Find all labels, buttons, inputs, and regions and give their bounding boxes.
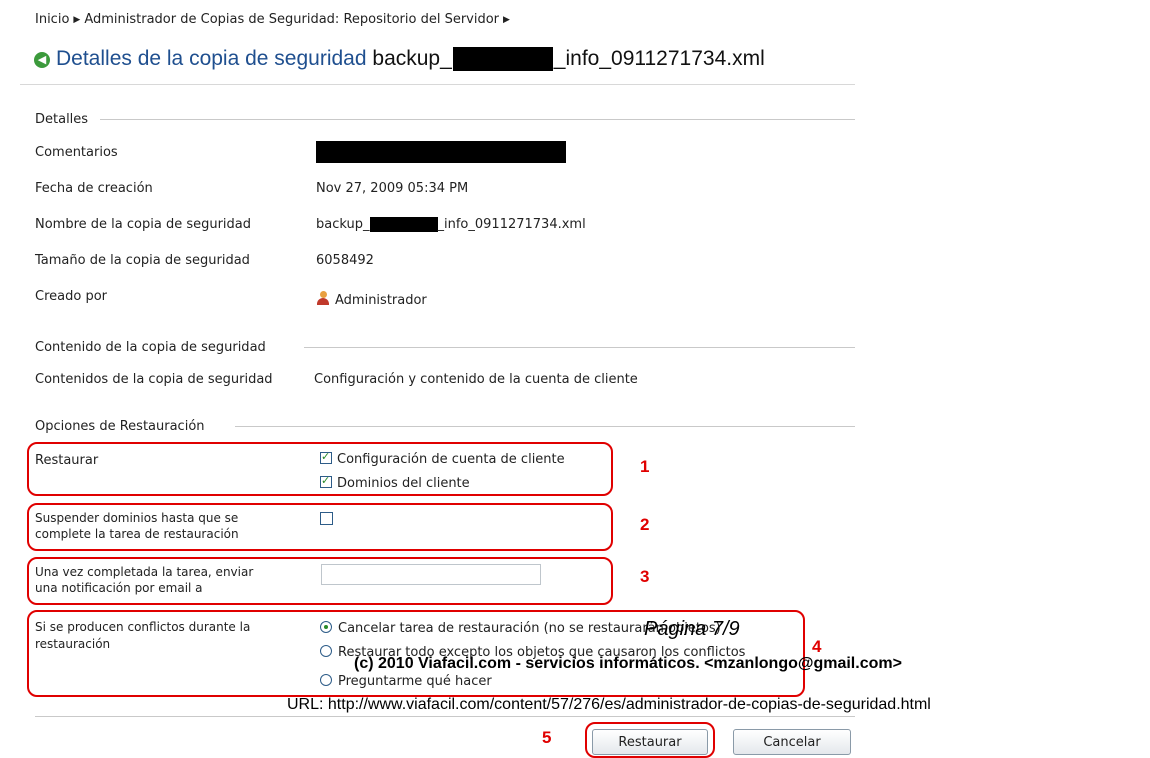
notify-label-line1: Una vez completada la tarea, enviar xyxy=(35,565,254,579)
checkbox-label: Dominios del cliente xyxy=(337,476,470,491)
created-by-value: Administrador xyxy=(316,291,427,308)
radio-unselected-icon[interactable] xyxy=(320,645,332,657)
annotation-number-1: 1 xyxy=(640,457,650,476)
section-divider xyxy=(100,119,855,120)
backup-size-value: 6058492 xyxy=(316,253,374,268)
footer-divider xyxy=(35,716,855,717)
section-details-heading: Detalles xyxy=(35,112,89,127)
annotation-number-2: 2 xyxy=(640,515,650,534)
backup-size-label: Tamaño de la copia de seguridad xyxy=(35,253,250,268)
comments-label: Comentarios xyxy=(35,145,118,160)
notify-label-line2: una notificación por email a xyxy=(35,581,203,595)
chevron-right-icon: ▶ xyxy=(73,15,81,25)
restore-customer-domains-checkbox[interactable]: Dominios del cliente xyxy=(320,474,470,491)
backup-name-prefix: backup_ xyxy=(316,217,370,232)
annotation-number-4: 4 xyxy=(812,637,822,656)
breadcrumb-backup-manager[interactable]: Administrador de Copias de Seguridad: Re… xyxy=(84,12,499,27)
title-divider xyxy=(20,84,855,85)
back-arrow-icon[interactable]: ◀ xyxy=(34,52,50,68)
section-divider xyxy=(235,426,855,427)
section-divider xyxy=(304,347,855,348)
conflicts-label-line1: Si se producen conflictos durante la xyxy=(35,620,251,634)
restore-button[interactable]: Restaurar xyxy=(592,729,708,755)
copyright-overlay: (c) 2010 Viafacil.com - servicios inform… xyxy=(354,655,902,672)
annotation-number-3: 3 xyxy=(640,567,650,586)
checkbox-unchecked-icon[interactable] xyxy=(320,512,333,525)
annotation-number-5: 5 xyxy=(542,728,552,747)
conflict-ask-radio[interactable]: Preguntarme qué hacer xyxy=(320,674,492,689)
checkbox-checked-icon[interactable] xyxy=(320,474,332,488)
conflicts-label-line2: restauración xyxy=(35,637,111,651)
page-title-main: Detalles de la copia de seguridad xyxy=(56,47,367,70)
backup-name-value: backup_ _info_0911271734.xml xyxy=(316,217,586,232)
backup-name-label: Nombre de la copia de seguridad xyxy=(35,217,252,232)
created-by-name: Administrador xyxy=(335,293,427,308)
suspend-label-line2: complete la tarea de restauración xyxy=(35,527,239,541)
backup-name-suffix: _info_0911271734.xml xyxy=(437,217,586,232)
notification-email-input[interactable] xyxy=(321,564,541,585)
created-date-value: Nov 27, 2009 05:34 PM xyxy=(316,181,469,196)
radio-label: Preguntarme qué hacer xyxy=(338,674,492,689)
comments-value-redacted xyxy=(316,141,566,163)
radio-unselected-icon[interactable] xyxy=(320,674,332,686)
created-by-label: Creado por xyxy=(35,289,107,304)
section-content-heading: Contenido de la copia de seguridad xyxy=(35,340,266,355)
suspend-label-line1: Suspender dominios hasta que se xyxy=(35,511,239,525)
page-title-file-prefix: backup_ xyxy=(372,47,452,70)
suspend-domains-checkbox[interactable] xyxy=(320,512,338,528)
restore-customer-config-checkbox[interactable]: Configuración de cuenta de cliente xyxy=(320,450,565,467)
user-icon xyxy=(316,291,330,305)
backup-contents-label: Contenidos de la copia de seguridad xyxy=(35,372,273,387)
cancel-button[interactable]: Cancelar xyxy=(733,729,851,755)
breadcrumb-home[interactable]: Inicio xyxy=(35,12,69,27)
created-date-label: Fecha de creación xyxy=(35,181,153,196)
page-title: ◀ Detalles de la copia de seguridad backu… xyxy=(34,47,765,72)
section-restore-options-heading: Opciones de Restauración xyxy=(35,419,205,434)
radio-selected-icon[interactable] xyxy=(320,621,332,633)
chevron-right-icon: ▶ xyxy=(503,15,510,25)
breadcrumb: Inicio ▶ Administrador de Copias de Seguri… xyxy=(35,12,514,27)
page-title-file-suffix: _info_0911271734.xml xyxy=(553,47,765,70)
checkbox-checked-icon[interactable] xyxy=(320,450,332,464)
redaction-bar xyxy=(452,47,553,72)
restore-label: Restaurar xyxy=(35,453,99,468)
page-number-overlay: Página 7/9 xyxy=(644,618,740,640)
checkbox-label: Configuración de cuenta de cliente xyxy=(337,452,565,467)
url-overlay: URL: http://www.viafacil.com/content/57/… xyxy=(287,696,931,713)
redaction-bar xyxy=(369,217,438,232)
backup-contents-value: Configuración y contenido de la cuenta d… xyxy=(314,372,638,387)
